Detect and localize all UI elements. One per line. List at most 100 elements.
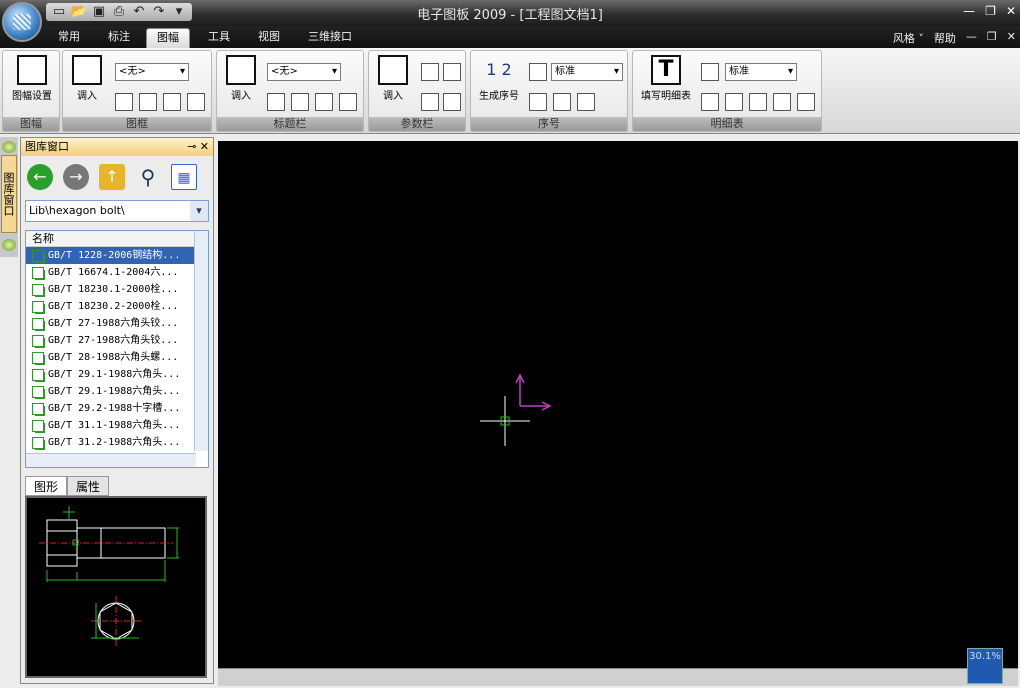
list-item[interactable]: GB/T 31.1-1988六角头... — [26, 417, 194, 434]
parameter-save-icon[interactable] — [443, 93, 461, 111]
sequence-insert-icon[interactable] — [529, 93, 547, 111]
view-mode-icon[interactable]: ▦ — [171, 164, 197, 190]
bolt-drawing — [39, 506, 179, 646]
list-item[interactable]: GB/T 29.2-1988十字槽... — [26, 400, 194, 417]
sheet-settings-icon — [17, 55, 47, 85]
sequence-number-icon: 1 2 — [486, 60, 512, 79]
library-path-combobox[interactable]: Lib\hexagon bolt\ — [25, 200, 209, 222]
frame-icon — [72, 55, 102, 85]
tab-annotate[interactable]: 标注 — [98, 28, 140, 48]
bom-delete-icon[interactable] — [701, 93, 719, 111]
group-parameter: 调入 参数栏 — [368, 50, 466, 132]
list-item[interactable]: GB/T 27-1988六角头铰... — [26, 315, 194, 332]
list-item[interactable]: GB/T 31.2-1988六角头... — [26, 434, 194, 451]
group-bom: T 填写明细表 标准 明细表 — [632, 50, 822, 132]
sequence-exchange-icon[interactable] — [577, 93, 595, 111]
canvas-horizontal-scrollbar[interactable] — [218, 668, 1018, 686]
restore-button[interactable]: ❐ — [985, 4, 996, 18]
window-title: 电子图板 2009 - [工程图文档1] — [417, 8, 603, 23]
bom-style-icon[interactable] — [701, 63, 719, 81]
back-icon[interactable]: ← — [27, 164, 53, 190]
application-menu-button[interactable] — [2, 2, 42, 42]
panel-header: 图库窗口 ⊸ ✕ — [21, 138, 213, 156]
tab-tools[interactable]: 工具 — [198, 28, 240, 48]
list-item[interactable]: GB/T 1228-2006钢结构... — [26, 247, 194, 264]
ribbon-minimize-button[interactable]: — — [966, 30, 977, 46]
frame-edit-icon[interactable] — [115, 93, 133, 111]
group-title-block: 调入 <无> 标题栏 — [216, 50, 364, 132]
parameter-grid-icon — [378, 55, 408, 85]
dock-toggle-icon[interactable] — [2, 239, 16, 251]
tab-common[interactable]: 常用 — [48, 28, 90, 48]
list-item[interactable]: GB/T 27-1988六角头铰... — [26, 332, 194, 349]
generate-sequence-button[interactable]: 1 2 生成序号 — [475, 55, 523, 102]
style-menu[interactable]: 风格 ˅ — [893, 30, 924, 46]
up-folder-icon[interactable]: ↑ — [99, 164, 125, 190]
frame-dropdown[interactable]: <无> — [115, 63, 189, 81]
tab-properties[interactable]: 属性 — [67, 476, 110, 496]
list-item[interactable]: GB/T 28-1988六角头螺... — [26, 349, 194, 366]
title-bar: ▭ 📂 ▣ ⎙ ↶ ↷ ▾ 电子图板 2009 - [工程图文档1] — ❐ ✕ — [0, 0, 1020, 26]
drawing-canvas[interactable] — [218, 141, 1018, 668]
group-frame: 调入 <无> 图框 — [62, 50, 212, 132]
close-button[interactable]: ✕ — [1006, 4, 1016, 18]
title-block-load-button[interactable]: 调入 — [223, 55, 259, 102]
sequence-delete-icon[interactable] — [553, 93, 571, 111]
frame-load-label: 调入 — [77, 91, 97, 102]
title-block-edit-icon[interactable] — [267, 93, 285, 111]
column-header-name[interactable]: 名称 — [26, 231, 208, 247]
fill-bom-button[interactable]: T 填写明细表 — [637, 55, 695, 102]
ucs-axis-icon — [515, 373, 552, 411]
title-block-dropdown[interactable]: <无> — [267, 63, 341, 81]
parameter-edit-icon[interactable] — [421, 93, 439, 111]
search-icon[interactable]: ⚲ — [135, 164, 161, 190]
sequence-style-dropdown[interactable]: 标准 — [551, 63, 623, 81]
bom-table-icon[interactable] — [749, 93, 767, 111]
frame-load-button[interactable]: 调入 — [69, 55, 105, 102]
list-item[interactable]: GB/T 29.1-1988六角头... — [26, 383, 194, 400]
list-item[interactable]: GB/T 16674.1-2004六... — [26, 264, 194, 281]
title-block-fill-icon[interactable] — [315, 93, 333, 111]
pin-icon[interactable]: ⊸ — [187, 140, 196, 153]
frame-define-icon[interactable] — [139, 93, 157, 111]
canvas-overlay — [480, 373, 552, 446]
dock-pin-icon[interactable] — [2, 141, 16, 153]
list-horizontal-scrollbar[interactable] — [26, 453, 196, 467]
list-item[interactable]: GB/T 18230.2-2000栓... — [26, 298, 194, 315]
sheet-settings-button[interactable]: 图幅设置 — [7, 55, 57, 102]
title-block-text-icon[interactable] — [291, 93, 309, 111]
bom-db-icon[interactable] — [797, 93, 815, 111]
tab-view[interactable]: 视图 — [248, 28, 290, 48]
bom-header-icon[interactable] — [725, 93, 743, 111]
group-label-sequence: 序号 — [471, 117, 627, 131]
title-block-load-label: 调入 — [231, 91, 251, 102]
library-panel: 图库窗口 ⊸ ✕ ← → ↑ ⚲ ▦ Lib\hexagon bolt\ 名称 … — [20, 137, 214, 684]
bom-output-icon[interactable] — [773, 93, 791, 111]
title-block-icon — [226, 55, 256, 85]
minimize-button[interactable]: — — [963, 4, 975, 18]
frame-save-icon[interactable] — [187, 93, 205, 111]
ribbon-restore-button[interactable]: ❐ — [987, 30, 997, 46]
tab-3d-interface[interactable]: 三维接口 — [298, 28, 362, 48]
text-t-icon: T — [651, 55, 681, 85]
list-item[interactable]: GB/T 29.1-1988六角头... — [26, 366, 194, 383]
tab-graphic[interactable]: 图形 — [25, 476, 68, 496]
panel-close-icon[interactable]: ✕ — [200, 140, 209, 153]
tab-sheet[interactable]: 图幅 — [146, 28, 190, 48]
sheet-settings-label: 图幅设置 — [12, 91, 52, 102]
bom-style-dropdown[interactable]: 标准 — [725, 63, 797, 81]
parameter-text-icon[interactable] — [443, 63, 461, 81]
side-tab-library[interactable]: 图库窗口 — [1, 155, 17, 233]
list-vertical-scrollbar[interactable] — [194, 231, 208, 451]
side-dock-strip: 图库窗口 — [0, 137, 18, 257]
forward-icon[interactable]: → — [63, 164, 89, 190]
group-label-title-block: 标题栏 — [217, 117, 363, 131]
frame-fill-icon[interactable] — [163, 93, 181, 111]
parameter-load-button[interactable]: 调入 — [375, 55, 411, 102]
help-menu[interactable]: 帮助 — [934, 30, 956, 46]
list-item[interactable]: GB/T 18230.1-2000栓... — [26, 281, 194, 298]
ribbon-close-button[interactable]: ✕ — [1007, 30, 1016, 46]
title-block-save-icon[interactable] — [339, 93, 357, 111]
parameter-define-icon[interactable] — [421, 63, 439, 81]
sequence-style-icon[interactable] — [529, 63, 547, 81]
